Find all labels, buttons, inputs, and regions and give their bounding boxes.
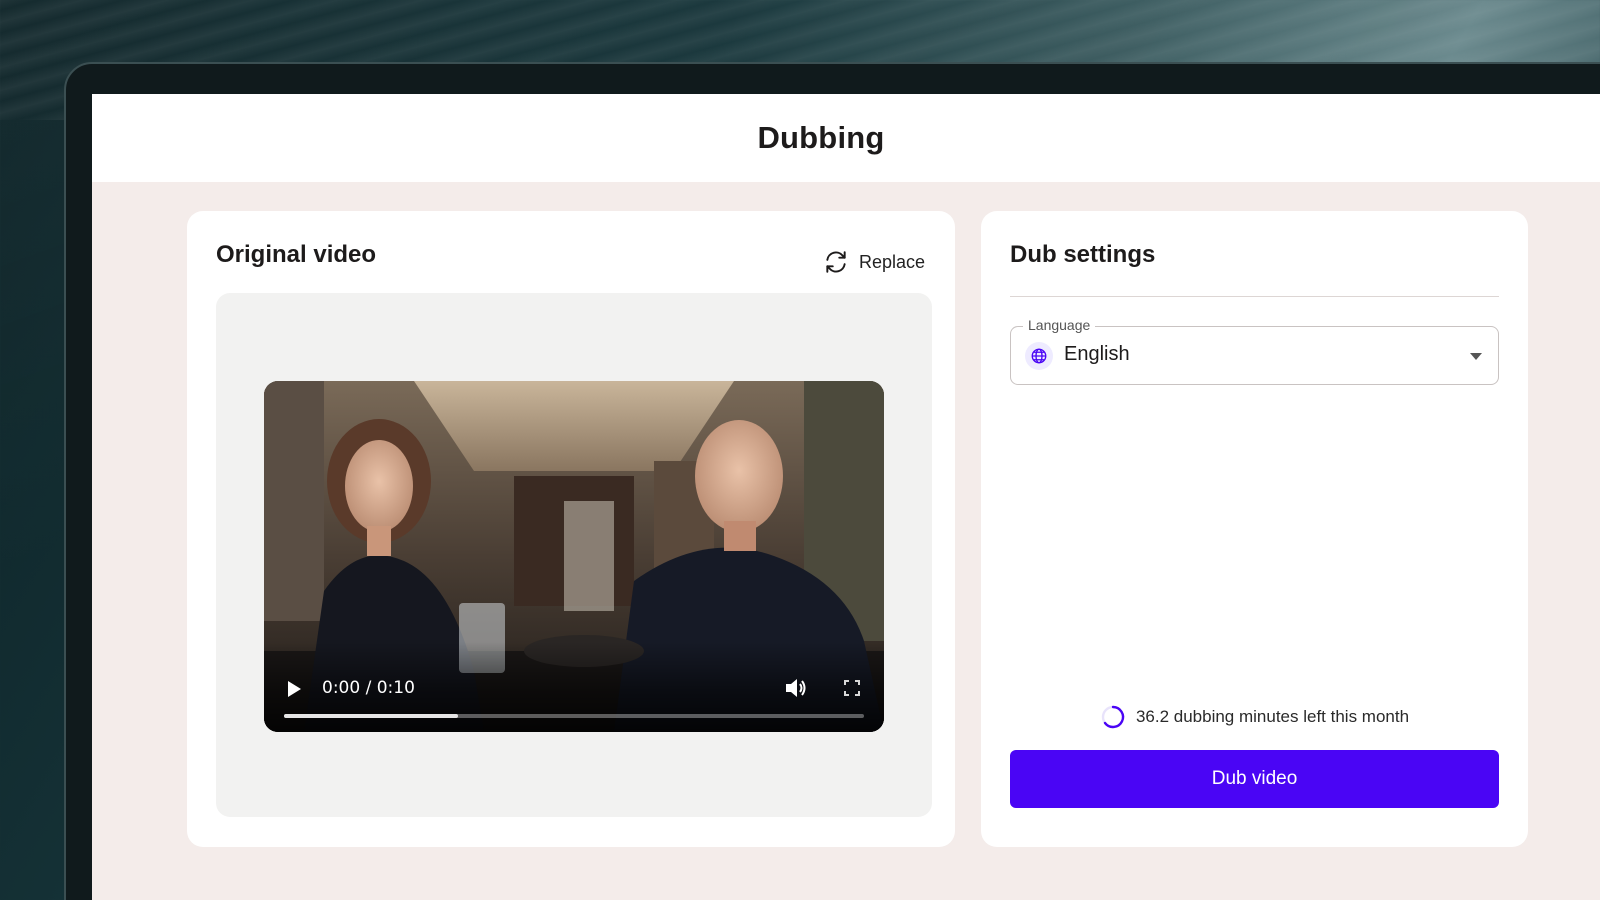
video-progress-bar[interactable] — [284, 714, 864, 718]
volume-icon[interactable] — [784, 677, 808, 699]
replace-icon — [823, 249, 849, 275]
globe-icon — [1025, 342, 1053, 370]
original-video-card: Original video Replace 0:00 / 0:10 — [187, 211, 955, 847]
dub-settings-title: Dub settings — [1010, 241, 1156, 268]
fullscreen-icon[interactable] — [844, 680, 860, 696]
video-time: 0:00 / 0:10 — [322, 678, 415, 698]
language-label: Language — [1023, 317, 1096, 333]
divider — [1010, 296, 1499, 297]
replace-button[interactable]: Replace — [823, 249, 925, 275]
chevron-down-icon — [1470, 353, 1482, 360]
page-title: Dubbing — [757, 120, 885, 155]
minutes-remaining: 36.2 dubbing minutes left this month — [981, 704, 1528, 730]
language-select[interactable]: Language English — [1010, 317, 1499, 385]
video-controls: 0:00 / 0:10 — [264, 642, 884, 732]
dub-video-button[interactable]: Dub video — [1010, 750, 1499, 808]
spinner-icon — [1100, 704, 1126, 730]
play-icon[interactable] — [286, 680, 302, 698]
app-window: Dubbing Original video Replace 0:00 / 0:… — [92, 94, 1600, 900]
minutes-text: 36.2 dubbing minutes left this month — [1135, 707, 1410, 726]
replace-label: Replace — [858, 251, 925, 272]
video-player[interactable]: 0:00 / 0:10 — [264, 381, 884, 732]
video-container: 0:00 / 0:10 — [216, 293, 932, 817]
dub-settings-card: Dub settings Language English 36.2 dubbi… — [981, 211, 1528, 847]
video-progress-fill — [284, 714, 458, 718]
app-header: Dubbing — [92, 94, 1600, 182]
language-value: English — [1064, 343, 1130, 365]
original-video-title: Original video — [216, 241, 377, 268]
